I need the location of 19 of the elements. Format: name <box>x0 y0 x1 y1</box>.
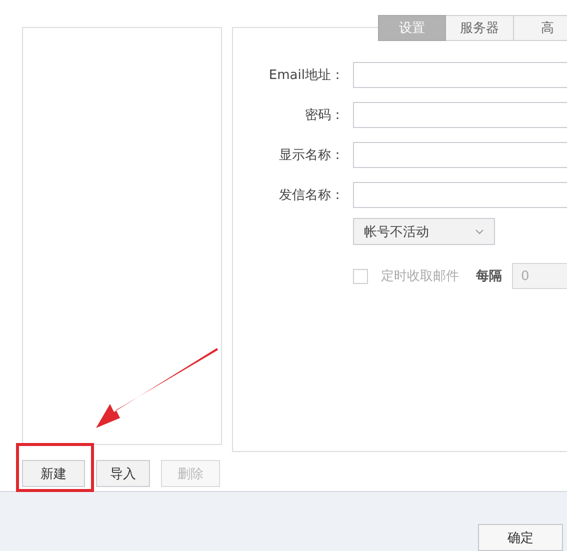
field-label: 显示名称： <box>278 147 344 164</box>
arrow-icon <box>94 348 220 430</box>
input-field[interactable] <box>353 102 567 128</box>
checkbox-label: 定时收取邮件 <box>381 268 459 285</box>
field-label: Email地址： <box>268 67 344 84</box>
input-field[interactable] <box>353 62 567 88</box>
list-button[interactable]: 新建 <box>22 460 85 487</box>
tab[interactable]: 服务器 <box>446 15 514 41</box>
tab[interactable]: 高 <box>514 15 567 41</box>
field-label: 发信名称： <box>278 187 344 204</box>
status-dropdown[interactable]: 帐号不活动 <box>353 218 495 245</box>
input-field[interactable] <box>353 182 567 208</box>
list-button[interactable]: 导入 <box>96 460 150 487</box>
field-label: 密码： <box>304 107 344 124</box>
chevron-icon <box>475 228 484 234</box>
input-field[interactable] <box>353 142 567 168</box>
interval-label: 每隔 <box>476 268 502 285</box>
account-list[interactable] <box>22 27 222 445</box>
ok-button[interactable]: 确定 <box>478 524 563 551</box>
